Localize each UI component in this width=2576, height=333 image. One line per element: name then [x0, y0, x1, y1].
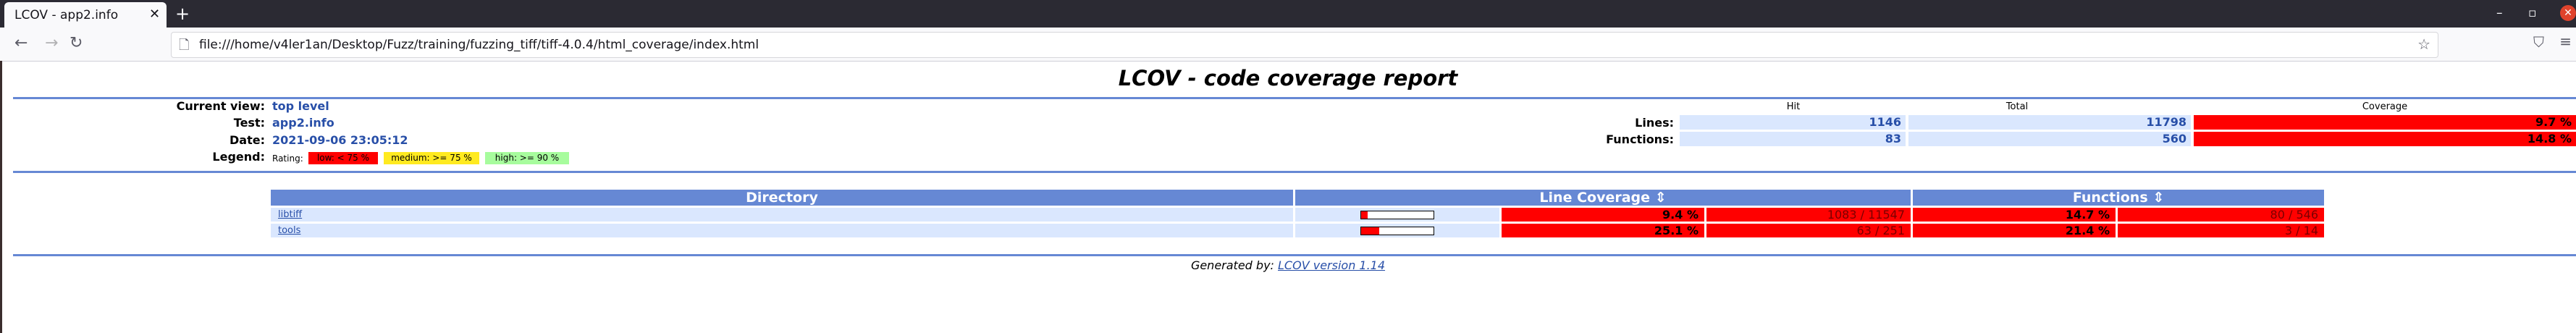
page-title: LCOV - code coverage report — [1118, 66, 1458, 90]
directory-column-header: Directory — [271, 190, 1293, 206]
line-coverage-percent: 25.1 % — [1502, 224, 1704, 237]
hit-column-header: Hit — [1786, 101, 1801, 112]
coverage-bar-cell — [1295, 224, 1499, 237]
test-value: app2.info — [272, 116, 334, 130]
window-close-icon[interactable]: ✕ — [2560, 5, 2576, 21]
bookmark-star-icon[interactable]: ☆ — [2417, 35, 2430, 53]
functions-label: Functions: — [1606, 132, 1674, 146]
footer: Generated by: LCOV version 1.14 — [0, 258, 2576, 272]
back-icon[interactable]: ← — [14, 34, 28, 52]
minimize-icon[interactable]: – — [2496, 6, 2503, 20]
date-label: Date: — [230, 133, 265, 147]
coverage-bar-fill — [1361, 211, 1368, 219]
table-row: libtiff — [271, 208, 1293, 222]
line-coverage-count: 63 / 251 — [1706, 224, 1911, 237]
function-coverage-percent: 14.7 % — [1913, 208, 2116, 222]
functions-coverage: 14.8 % — [2194, 132, 2576, 146]
legend-rating-label: Rating: — [272, 153, 303, 164]
coverage-bar — [1360, 211, 1434, 219]
date-value: 2021-09-06 23:05:12 — [272, 133, 408, 147]
line-coverage-column-header[interactable]: Line Coverage ⇕ — [1295, 190, 1911, 206]
table-row: tools — [271, 224, 1293, 237]
generated-by-label: Generated by: — [1190, 258, 1274, 272]
lines-hit: 1146 — [1680, 115, 1906, 130]
report-page: LCOV - code coverage report Current view… — [0, 62, 2576, 333]
function-coverage-count: 80 / 546 — [2118, 208, 2324, 222]
coverage-bar-cell — [1295, 208, 1499, 222]
plus-icon[interactable]: + — [175, 4, 190, 24]
pocket-icon[interactable]: ⛉ — [2533, 33, 2544, 51]
coverage-bar — [1360, 227, 1434, 235]
line-coverage-percent: 9.4 % — [1502, 208, 1704, 222]
tab-title: LCOV - app2.info — [14, 8, 119, 22]
lcov-version-link[interactable]: LCOV version 1.14 — [1278, 258, 1385, 272]
function-coverage-percent: 21.4 % — [1913, 224, 2116, 237]
window-controls: – ▫ ✕ — [2467, 0, 2576, 28]
browser-tab[interactable]: LCOV - app2.info ✕ — [4, 2, 167, 28]
close-icon[interactable]: ✕ — [149, 7, 160, 22]
directory-link-tools[interactable]: tools — [271, 225, 300, 236]
functions-total: 560 — [1908, 132, 2191, 146]
coverage-bar-fill — [1361, 227, 1379, 235]
directory-link-libtiff[interactable]: libtiff — [271, 209, 302, 220]
forward-icon[interactable]: → — [45, 34, 58, 52]
tab-bar: LCOV - app2.info ✕ + – ▫ ✕ — [0, 0, 2576, 28]
current-view-link[interactable]: top level — [272, 99, 329, 113]
coverage-column-header: Coverage — [2362, 101, 2408, 112]
legend-low: low: < 75 % — [308, 152, 378, 164]
divider — [13, 254, 2576, 256]
lines-label: Lines: — [1635, 116, 1674, 130]
url-bar[interactable]: 🗋 file:///home/v4ler1an/Desktop/Fuzz/tra… — [171, 32, 2438, 58]
current-view-value[interactable]: top level — [272, 99, 329, 113]
url-text[interactable]: file:///home/v4ler1an/Desktop/Fuzz/train… — [199, 38, 759, 52]
line-coverage-count: 1083 / 11547 — [1706, 208, 1911, 222]
functions-hit: 83 — [1680, 132, 1906, 146]
functions-column-header[interactable]: Functions ⇕ — [1913, 190, 2324, 206]
maximize-icon[interactable]: ▫ — [2528, 6, 2537, 20]
divider — [13, 97, 2576, 99]
legend-medium: medium: >= 75 % — [384, 152, 479, 164]
function-coverage-count: 3 / 14 — [2118, 224, 2324, 237]
divider — [13, 171, 2576, 173]
navigation-bar: ← → ↻ 🗋 file:///home/v4ler1an/Desktop/Fu… — [0, 28, 2576, 62]
lines-total: 11798 — [1908, 115, 2191, 130]
menu-icon[interactable]: ≡ — [2559, 33, 2572, 50]
reload-icon[interactable]: ↻ — [70, 34, 83, 52]
legend-high: high: >= 90 % — [485, 152, 569, 164]
legend-label: Legend: — [212, 150, 265, 164]
lines-coverage: 9.7 % — [2194, 115, 2576, 130]
test-label: Test: — [233, 116, 265, 130]
current-view-label: Current view: — [176, 99, 265, 113]
page-icon: 🗋 — [179, 38, 190, 53]
total-column-header: Total — [2005, 101, 2029, 112]
